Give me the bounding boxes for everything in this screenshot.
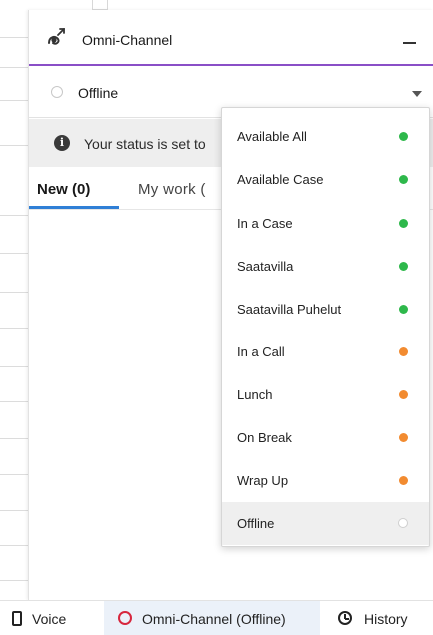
- background-rule: [0, 366, 28, 367]
- status-option-label: Wrap Up: [237, 473, 289, 488]
- status-label: Offline: [78, 85, 119, 101]
- status-option-label: Available Case: [237, 172, 324, 187]
- status-option-on-break[interactable]: On Break: [222, 416, 429, 459]
- background-rule: [0, 545, 28, 546]
- background-tab: [92, 0, 108, 10]
- background-rule: [0, 328, 28, 329]
- utility-voice-button[interactable]: Voice: [0, 601, 104, 635]
- status-option-label: In a Call: [237, 344, 285, 359]
- status-option-available-all[interactable]: Available All: [222, 115, 429, 158]
- status-option-label: In a Case: [237, 216, 293, 231]
- notice-text: Your status is set to: [84, 136, 206, 152]
- status-dot-icon: [399, 476, 408, 485]
- status-dot-icon: [399, 175, 408, 184]
- status-indicator-icon: [51, 86, 63, 98]
- status-option-label: Available All: [237, 129, 307, 144]
- status-option-label: Saatavilla: [237, 259, 294, 274]
- panel-header: Omni-Channel: [29, 10, 433, 66]
- status-dot-icon: [399, 262, 408, 271]
- background-rule: [0, 37, 28, 38]
- utility-voice-label: Voice: [32, 611, 67, 627]
- background-rule: [0, 401, 28, 402]
- background-rule: [0, 100, 28, 101]
- status-option-label: On Break: [237, 430, 292, 445]
- chevron-down-icon[interactable]: [412, 91, 422, 97]
- tab-my-work[interactable]: My work (: [138, 181, 206, 198]
- panel-title: Omni-Channel: [82, 32, 173, 48]
- info-icon: i: [54, 135, 70, 151]
- status-option-lunch[interactable]: Lunch: [222, 373, 429, 416]
- background-rule: [0, 215, 28, 216]
- tab-new[interactable]: New (0): [37, 181, 90, 198]
- status-dot-icon: [399, 433, 408, 442]
- status-option-label: Lunch: [237, 387, 273, 402]
- status-dot-icon: [399, 132, 408, 141]
- background-rule: [0, 253, 28, 254]
- status-option-available-case[interactable]: Available Case: [222, 158, 429, 201]
- status-option-in-a-case[interactable]: In a Case: [222, 202, 429, 245]
- background-rule: [0, 438, 28, 439]
- status-option-saatavilla-puhelut[interactable]: Saatavilla Puhelut: [222, 288, 429, 331]
- utility-history-label: History: [364, 611, 408, 627]
- utility-bar: Voice Omni-Channel (Offline) History: [0, 600, 433, 635]
- utility-history-button[interactable]: History: [320, 601, 433, 635]
- clock-icon: [338, 611, 352, 625]
- background-rule: [0, 474, 28, 475]
- status-option-wrap-up[interactable]: Wrap Up: [222, 459, 429, 502]
- status-option-label: Saatavilla Puhelut: [237, 302, 342, 317]
- background-rule: [0, 580, 28, 581]
- status-option-saatavilla[interactable]: Saatavilla: [222, 245, 429, 288]
- status-dropdown: Available All Available Case In a Case S…: [221, 107, 430, 547]
- status-dot-icon: [399, 219, 408, 228]
- offline-status-icon: [118, 611, 132, 625]
- status-option-label: Offline: [237, 516, 275, 531]
- status-option-offline[interactable]: Offline: [222, 502, 429, 545]
- background-rule: [0, 145, 28, 146]
- phone-icon: [12, 611, 22, 626]
- background-rule: [0, 292, 28, 293]
- status-dot-icon: [399, 347, 408, 356]
- minimize-icon[interactable]: [399, 28, 419, 48]
- status-option-in-a-call[interactable]: In a Call: [222, 330, 429, 373]
- background-rule: [0, 67, 28, 68]
- omni-channel-icon: [46, 26, 68, 48]
- status-dot-icon: [399, 390, 408, 399]
- status-dot-icon: [399, 305, 408, 314]
- background-rule: [0, 510, 28, 511]
- utility-omni-channel-button[interactable]: Omni-Channel (Offline): [104, 601, 320, 635]
- status-dot-icon: [398, 518, 408, 528]
- utility-omni-label: Omni-Channel (Offline): [142, 611, 286, 627]
